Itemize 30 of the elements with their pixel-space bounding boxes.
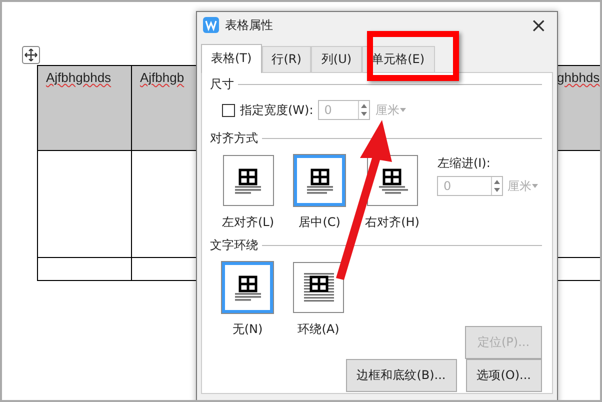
caret-icon <box>532 184 538 188</box>
text-wrap-icon <box>302 270 336 304</box>
option-label: 无(N) <box>232 321 263 338</box>
option-label: 居中(C) <box>298 214 340 231</box>
section-heading: 尺寸 <box>210 76 234 93</box>
checkbox-label: 指定宽度(W): <box>240 102 314 118</box>
alignment-option[interactable] <box>222 155 274 206</box>
option-label: 环绕(A) <box>298 321 340 338</box>
table-cell: Ajfbhgb <box>140 70 184 85</box>
wrap-option[interactable] <box>222 262 273 313</box>
dialog-button[interactable]: 选项(O)... <box>466 359 542 392</box>
move-handle-icon[interactable] <box>22 46 40 64</box>
app-logo-icon <box>203 17 219 33</box>
alignment-option[interactable] <box>294 155 346 206</box>
table-cell: Ajfbhgbhds <box>46 70 112 85</box>
window-title: 表格属性 <box>225 16 273 34</box>
close-button[interactable]: × <box>526 13 551 37</box>
wrap-option[interactable] <box>293 262 344 313</box>
tab[interactable]: 列(U) <box>311 46 362 72</box>
field-label: 左缩进(I): <box>437 155 492 172</box>
option-label: 左对齐(L) <box>222 214 274 231</box>
option-label: 右对齐(H) <box>365 214 420 231</box>
section-heading: 对齐方式 <box>210 130 258 147</box>
tab[interactable]: 表格(T) <box>201 44 262 73</box>
caret-icon <box>400 108 406 112</box>
dialog-button[interactable]: 边框和底纹(B)... <box>346 359 457 392</box>
section-heading: 文字环绕 <box>210 237 258 254</box>
table-cell: ghbhds <box>557 70 600 85</box>
tab[interactable]: 行(R) <box>262 46 312 72</box>
tab[interactable]: 单元格(E) <box>362 46 435 72</box>
